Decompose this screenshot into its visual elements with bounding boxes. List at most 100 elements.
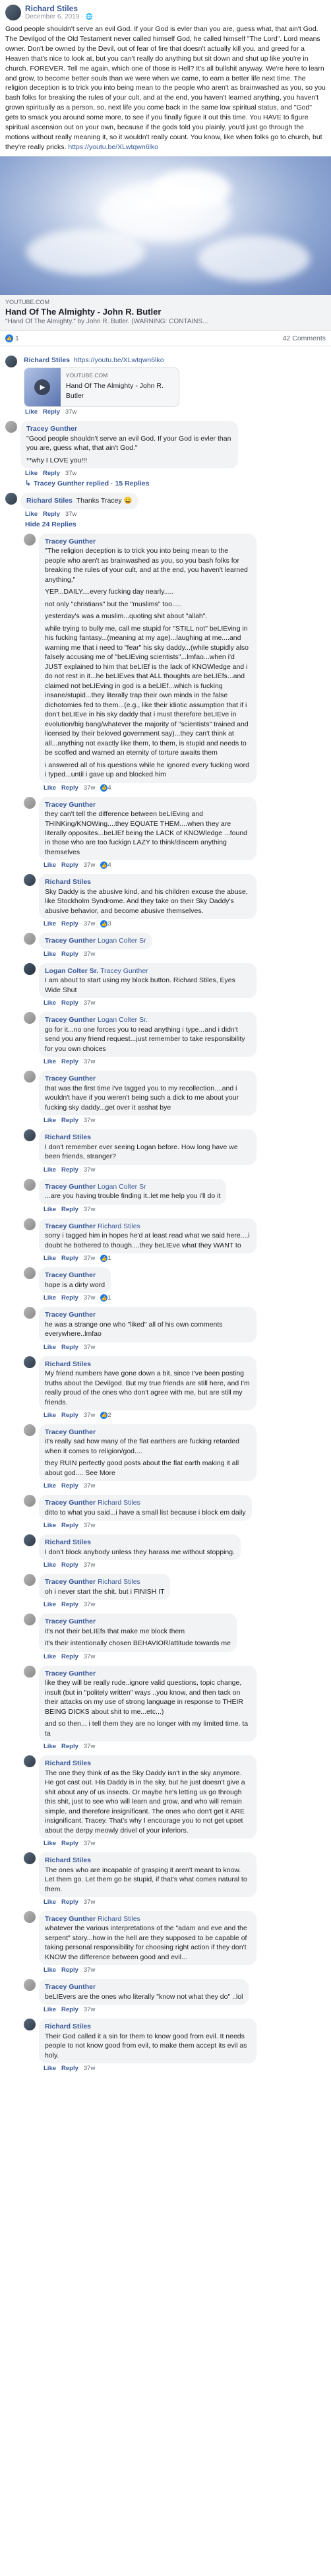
- reply-button[interactable]: Reply: [61, 920, 78, 927]
- reply-time[interactable]: 37w: [84, 1653, 95, 1660]
- reply-button[interactable]: Reply: [61, 1561, 78, 1569]
- like-button[interactable]: Like: [25, 408, 38, 416]
- like-button[interactable]: Like: [44, 862, 56, 869]
- avatar[interactable]: [24, 1910, 36, 1923]
- avatar[interactable]: [5, 493, 17, 505]
- reply-author[interactable]: Richard Stiles: [45, 1133, 91, 1141]
- avatar[interactable]: [5, 421, 17, 433]
- like-button[interactable]: Like: [44, 1840, 56, 1847]
- avatar[interactable]: [24, 1852, 36, 1865]
- reply-author[interactable]: Richard Stiles: [45, 1360, 91, 1368]
- post-date[interactable]: December 6, 2019: [25, 13, 79, 20]
- reply-author[interactable]: Tracey Gunther: [45, 1222, 96, 1230]
- avatar[interactable]: [24, 1534, 36, 1547]
- likes-count[interactable]: 👍 1: [5, 334, 19, 342]
- reply-time[interactable]: 37w: [84, 951, 95, 958]
- comment-author[interactable]: Richard Stiles: [24, 356, 70, 364]
- reply-time[interactable]: 37w: [84, 920, 95, 927]
- reply-author[interactable]: Tracey Gunther: [45, 1983, 96, 1991]
- like-button[interactable]: Like: [44, 2065, 56, 2072]
- like-button[interactable]: Like: [44, 1522, 56, 1529]
- like-button[interactable]: Like: [44, 1561, 56, 1569]
- reply-author[interactable]: Tracey Gunther: [45, 1075, 96, 1083]
- like-button[interactable]: Like: [44, 784, 56, 792]
- avatar[interactable]: [24, 1012, 36, 1024]
- like-button[interactable]: Like: [44, 999, 56, 1007]
- reply-time[interactable]: 37w: [84, 784, 95, 792]
- mention-tag[interactable]: Logan Colter Sr: [98, 937, 146, 945]
- view-replies-link[interactable]: ↳ Tracey Gunther replied · 15 Replies: [25, 480, 326, 487]
- reaction-count[interactable]: 👍1: [100, 1255, 111, 1262]
- mention-tag[interactable]: Richard Stiles: [98, 1915, 140, 1923]
- reply-author[interactable]: Richard Stiles: [45, 1856, 91, 1864]
- post-author-name[interactable]: Richard Stiles: [25, 4, 93, 13]
- reply-button[interactable]: Reply: [61, 2065, 78, 2072]
- reply-button[interactable]: Reply: [61, 1166, 78, 1174]
- reply-button[interactable]: Reply: [61, 784, 78, 792]
- reply-button[interactable]: Reply: [61, 1653, 78, 1660]
- reply-author[interactable]: Richard Stiles: [45, 1538, 91, 1546]
- reply-author[interactable]: Tracey Gunther: [45, 937, 96, 945]
- reply-time[interactable]: 37w: [84, 1966, 95, 1974]
- reply-button[interactable]: Reply: [61, 1117, 78, 1124]
- comment-time[interactable]: 37w: [65, 511, 76, 518]
- comment-author[interactable]: Tracey Gunther: [26, 425, 77, 433]
- reply-author[interactable]: Tracey Gunther: [45, 1183, 96, 1191]
- reply-button[interactable]: Reply: [61, 1344, 78, 1351]
- like-button[interactable]: Like: [44, 1966, 56, 1974]
- comment-time[interactable]: 37w: [65, 470, 76, 477]
- reply-button[interactable]: Reply: [61, 1743, 78, 1750]
- reply-button[interactable]: Reply: [61, 1058, 78, 1065]
- like-button[interactable]: Like: [44, 1653, 56, 1660]
- reply-author[interactable]: Tracey Gunther: [45, 1016, 96, 1024]
- reply-button[interactable]: Reply: [61, 1255, 78, 1262]
- reply-button[interactable]: Reply: [61, 1966, 78, 1974]
- comment-link[interactable]: https://youtu.be/XLwtqwn6lko: [74, 356, 164, 364]
- avatar[interactable]: [24, 1665, 36, 1678]
- reply-time[interactable]: 37w: [84, 1601, 95, 1608]
- mention-tag[interactable]: Richard Stiles: [98, 1499, 140, 1507]
- reply-time[interactable]: 37w: [84, 1412, 95, 1419]
- reply-button[interactable]: Reply: [61, 2006, 78, 2013]
- like-button[interactable]: Like: [44, 1482, 56, 1490]
- avatar[interactable]: [24, 1218, 36, 1230]
- reaction-count[interactable]: 👍3: [100, 920, 111, 927]
- reply-time[interactable]: 37w: [84, 1743, 95, 1750]
- mention-tag[interactable]: Logan Colter Sr.: [98, 1016, 148, 1024]
- reply-author[interactable]: Tracey Gunther: [45, 1578, 96, 1586]
- reply-author[interactable]: Tracey Gunther: [45, 538, 96, 546]
- reply-button[interactable]: Reply: [43, 511, 60, 518]
- like-button[interactable]: Like: [44, 1412, 56, 1419]
- like-button[interactable]: Like: [44, 920, 56, 927]
- comment-time[interactable]: 37w: [65, 408, 76, 416]
- avatar[interactable]: [24, 874, 36, 887]
- like-button[interactable]: Like: [25, 511, 38, 518]
- reply-time[interactable]: 37w: [84, 1482, 95, 1490]
- like-button[interactable]: Like: [44, 1058, 56, 1065]
- reply-button[interactable]: Reply: [61, 1899, 78, 1906]
- hide-replies-link[interactable]: Hide 24 Replies: [25, 520, 326, 528]
- like-button[interactable]: Like: [44, 1206, 56, 1213]
- reply-time[interactable]: 37w: [84, 1522, 95, 1529]
- reply-time[interactable]: 37w: [84, 999, 95, 1007]
- reply-time[interactable]: 37w: [84, 862, 95, 869]
- link-preview-card[interactable]: YOUTUBE.COM Hand Of The Almighty - John …: [0, 294, 331, 331]
- like-button[interactable]: Like: [44, 1294, 56, 1302]
- reply-author[interactable]: Tracey Gunther: [45, 801, 96, 809]
- reply-button[interactable]: Reply: [61, 999, 78, 1007]
- reply-author[interactable]: Tracey Gunther: [45, 1499, 96, 1507]
- reply-button[interactable]: Reply: [61, 1412, 78, 1419]
- reply-author[interactable]: Tracey Gunther: [45, 1428, 96, 1436]
- avatar[interactable]: [24, 1071, 36, 1083]
- avatar[interactable]: [24, 1755, 36, 1768]
- reply-time[interactable]: 37w: [84, 1206, 95, 1213]
- reply-time[interactable]: 37w: [84, 1294, 95, 1302]
- reply-author[interactable]: Tracey Gunther: [45, 1271, 96, 1279]
- avatar[interactable]: [24, 1614, 36, 1626]
- reaction-count[interactable]: 👍1: [100, 1294, 111, 1302]
- reply-time[interactable]: 37w: [84, 1117, 95, 1124]
- reply-author[interactable]: Richard Stiles: [45, 2023, 91, 2030]
- reply-button[interactable]: Reply: [43, 408, 60, 416]
- reply-button[interactable]: Reply: [43, 470, 60, 477]
- like-button[interactable]: Like: [44, 2006, 56, 2013]
